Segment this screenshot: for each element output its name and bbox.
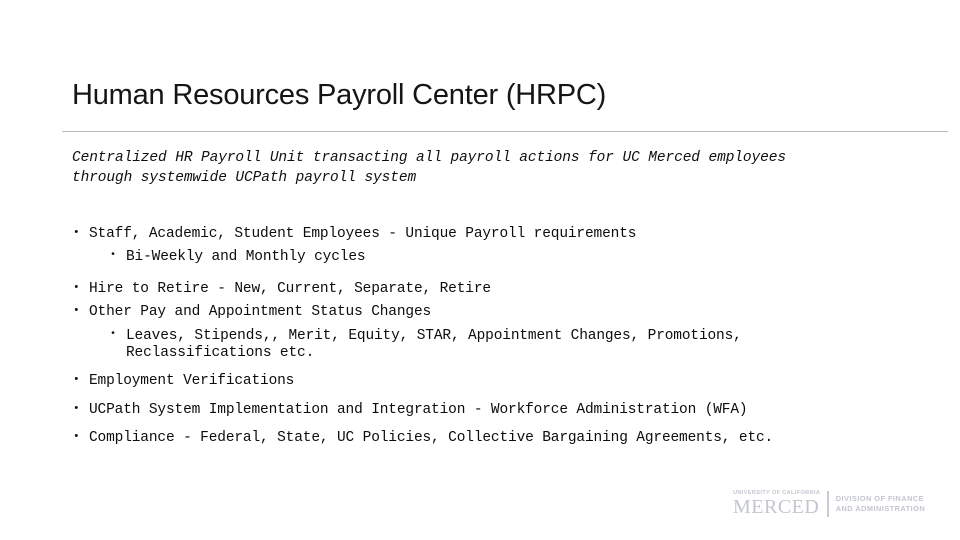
- bullet-text: UCPath System Implementation and Integra…: [89, 401, 748, 418]
- list-item: Compliance - Federal, State, UC Policies…: [72, 430, 912, 447]
- list-item: Other Pay and Appointment Status Changes: [72, 304, 912, 321]
- division-wordmark: DIVISION OF FINANCE AND ADMINISTRATION: [836, 494, 925, 514]
- uc-merced-wordmark: UNIVERSITY OF CALIFORNIA MERCED: [733, 490, 827, 519]
- bullet-text: Hire to Retire - New, Current, Separate,…: [89, 280, 491, 297]
- bullet-text-line-2: Reclassifications etc.: [126, 344, 315, 361]
- slide-subtitle: Centralized HR Payroll Unit transacting …: [72, 148, 862, 188]
- bullet-list: Staff, Academic, Student Employees - Uni…: [72, 226, 912, 448]
- uc-merced-finance-logo: UNIVERSITY OF CALIFORNIA MERCED DIVISION…: [733, 489, 925, 519]
- list-item: Hire to Retire - New, Current, Separate,…: [72, 281, 912, 298]
- bullet-text: Other Pay and Appointment Status Changes: [89, 304, 432, 321]
- list-item: Bi-Weekly and Monthly cycles: [109, 249, 912, 266]
- bullet-text: Staff, Academic, Student Employees - Uni…: [89, 226, 637, 242]
- list-item: UCPath System Implementation and Integra…: [72, 402, 912, 419]
- subtitle-line-1: Centralized HR Payroll Unit transacting …: [72, 150, 786, 166]
- division-line-1: DIVISION OF FINANCE: [835, 494, 924, 504]
- bullet-text: Compliance - Federal, State, UC Policies…: [89, 430, 774, 447]
- list-item: Leaves, Stipends,, Merit, Equity, STAR, …: [109, 328, 912, 363]
- division-line-2: AND ADMINISTRATION: [835, 504, 926, 513]
- subtitle-line-2: through systemwide UCPath payroll system: [72, 170, 417, 186]
- list-item: Staff, Academic, Student Employees - Uni…: [72, 226, 912, 243]
- bullet-text: Employment Verifications: [89, 373, 295, 390]
- list-item: Employment Verifications: [72, 373, 912, 390]
- logo-separator-bar: [827, 491, 829, 517]
- bullet-text-line-1: Leaves, Stipends,, Merit, Equity, STAR, …: [126, 327, 742, 344]
- bullet-text: Bi-Weekly and Monthly cycles: [126, 249, 366, 266]
- slide-canvas: Human Resources Payroll Center (HRPC) Ce…: [0, 0, 960, 540]
- page-title: Human Resources Payroll Center (HRPC): [72, 79, 607, 112]
- merced-wordmark: MERCED: [733, 496, 820, 519]
- title-divider-rule: [62, 131, 948, 132]
